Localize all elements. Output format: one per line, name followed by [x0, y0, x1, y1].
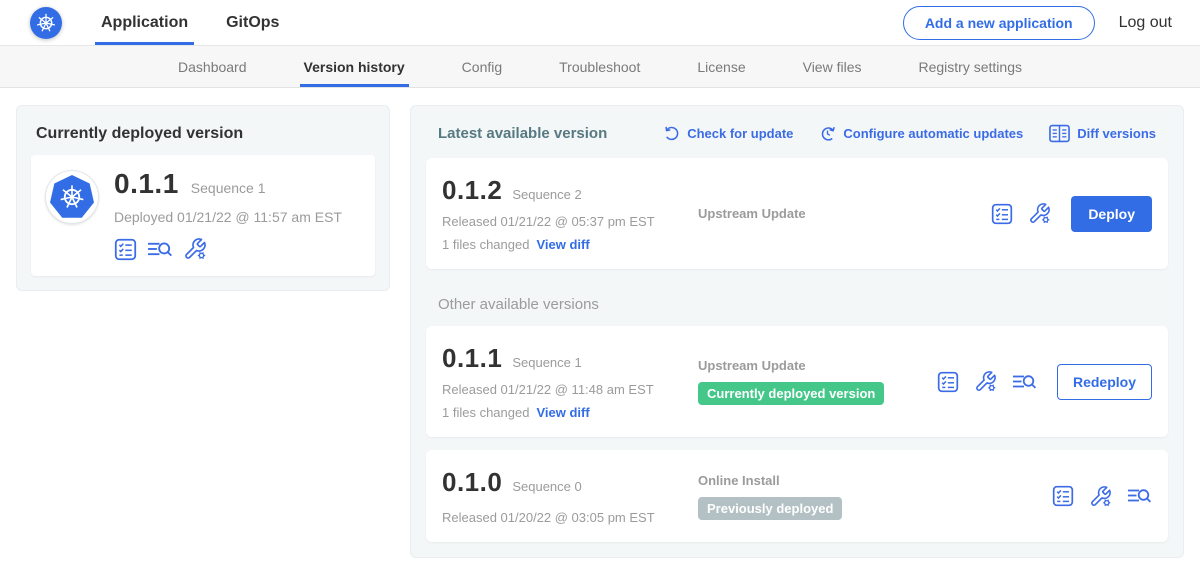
check-for-update-link[interactable]: Check for update — [663, 125, 793, 142]
deployed-timestamp: Deployed 01/21/22 @ 11:57 am EST — [114, 209, 342, 225]
app-icon — [45, 170, 99, 224]
deployed-version-number: 0.1.1 — [114, 168, 179, 200]
currently-deployed-badge: Currently deployed version — [698, 382, 884, 405]
deployed-version-info: 0.1.1 Sequence 1 Deployed 01/21/22 @ 11:… — [114, 168, 342, 261]
files-changed: 1 files changed View diff — [442, 237, 698, 252]
diff-versions-label: Diff versions — [1077, 126, 1156, 141]
view-logs-icon[interactable] — [147, 238, 173, 261]
preflight-checklist-icon[interactable] — [1052, 485, 1074, 507]
source-label: Upstream Update — [698, 206, 991, 221]
view-diff-link[interactable]: View diff — [536, 405, 589, 420]
view-logs-icon[interactable] — [1127, 485, 1152, 507]
version-number: 0.1.0 — [442, 467, 502, 498]
deploy-button[interactable]: Deploy — [1071, 196, 1152, 232]
refresh-icon — [663, 125, 680, 142]
config-wrench-icon[interactable] — [183, 237, 207, 261]
view-diff-link[interactable]: View diff — [536, 237, 589, 252]
add-application-button[interactable]: Add a new application — [903, 6, 1095, 40]
source-label: Online Install — [698, 473, 1052, 488]
tab-application[interactable]: Application — [95, 0, 194, 45]
sequence-label: Sequence 2 — [512, 187, 581, 202]
tab-config[interactable]: Config — [462, 46, 502, 87]
files-changed-count: 1 files changed — [442, 405, 529, 420]
config-wrench-icon[interactable] — [974, 370, 997, 393]
diff-columns-icon — [1049, 124, 1070, 143]
released-timestamp: Released 01/21/22 @ 11:48 am EST — [442, 382, 698, 397]
version-card-0-1-0: 0.1.0 Sequence 0 Released 01/20/22 @ 03:… — [426, 450, 1168, 542]
logout-button[interactable]: Log out — [1119, 14, 1172, 32]
released-timestamp: Released 01/21/22 @ 05:37 pm EST — [442, 214, 698, 229]
source-label: Upstream Update — [698, 358, 937, 373]
preflight-checklist-icon[interactable] — [937, 371, 959, 393]
version-info: 0.1.2 Sequence 2 Released 01/21/22 @ 05:… — [442, 175, 698, 252]
preflight-checklist-icon[interactable] — [114, 238, 137, 261]
deployed-version-actions — [114, 237, 342, 261]
files-changed: 1 files changed View diff — [442, 405, 698, 420]
config-wrench-icon[interactable] — [1028, 202, 1051, 225]
tab-gitops[interactable]: GitOps — [220, 0, 285, 45]
app-subnav: Dashboard Version history Config Trouble… — [0, 46, 1200, 88]
tab-view-files[interactable]: View files — [803, 46, 862, 87]
version-card-0-1-2: 0.1.2 Sequence 2 Released 01/21/22 @ 05:… — [426, 158, 1168, 269]
configure-automatic-updates-label: Configure automatic updates — [843, 126, 1023, 141]
tab-version-history[interactable]: Version history — [304, 46, 405, 87]
version-history-panel: Latest available version Check for updat… — [410, 105, 1184, 558]
view-logs-icon[interactable] — [1012, 371, 1037, 393]
version-number: 0.1.1 — [442, 343, 502, 374]
currently-deployed-panel: Currently deployed version — [16, 105, 390, 291]
latest-version-title: Latest available version — [438, 125, 607, 142]
sequence-label: Sequence 0 — [512, 479, 581, 494]
tab-troubleshoot[interactable]: Troubleshoot — [559, 46, 640, 87]
main-content: Currently deployed version — [0, 88, 1200, 564]
other-versions-title: Other available versions — [438, 296, 1156, 313]
deployed-panel-title: Currently deployed version — [31, 120, 375, 155]
kubernetes-logo-icon — [30, 7, 62, 39]
redeploy-button[interactable]: Redeploy — [1057, 364, 1152, 400]
update-actions: Check for update Configure automatic upd… — [663, 124, 1156, 143]
released-timestamp: Released 01/20/22 @ 03:05 pm EST — [442, 510, 698, 525]
version-source: Upstream Update — [698, 206, 991, 221]
top-navbar: Application GitOps Add a new application… — [0, 0, 1200, 46]
diff-versions-link[interactable]: Diff versions — [1049, 124, 1156, 143]
deployed-sequence-label: Sequence 1 — [191, 180, 266, 196]
version-actions: Deploy — [991, 196, 1152, 232]
sequence-label: Sequence 1 — [512, 355, 581, 370]
deployed-version-card: 0.1.1 Sequence 1 Deployed 01/21/22 @ 11:… — [31, 155, 375, 276]
version-actions: Redeploy — [937, 364, 1152, 400]
version-number: 0.1.2 — [442, 175, 502, 206]
schedule-update-icon — [819, 125, 836, 142]
preflight-checklist-icon[interactable] — [991, 203, 1013, 225]
version-info: 0.1.1 Sequence 1 Released 01/21/22 @ 11:… — [442, 343, 698, 420]
config-wrench-icon[interactable] — [1089, 485, 1112, 508]
tab-dashboard[interactable]: Dashboard — [178, 46, 247, 87]
configure-automatic-updates-link[interactable]: Configure automatic updates — [819, 125, 1023, 142]
version-actions — [1052, 485, 1152, 508]
latest-version-header: Latest available version Check for updat… — [426, 121, 1168, 145]
version-card-0-1-1: 0.1.1 Sequence 1 Released 01/21/22 @ 11:… — [426, 326, 1168, 437]
tab-license[interactable]: License — [697, 46, 745, 87]
app-nav-tabs: Application GitOps — [95, 0, 311, 45]
check-for-update-label: Check for update — [687, 126, 793, 141]
previously-deployed-badge: Previously deployed — [698, 497, 842, 520]
tab-registry-settings[interactable]: Registry settings — [919, 46, 1022, 87]
version-source: Upstream Update Currently deployed versi… — [698, 358, 937, 405]
files-changed-count: 1 files changed — [442, 237, 529, 252]
navbar-actions: Add a new application Log out — [903, 6, 1172, 40]
version-source: Online Install Previously deployed — [698, 473, 1052, 520]
kubernetes-app-icon — [50, 175, 94, 219]
version-info: 0.1.0 Sequence 0 Released 01/20/22 @ 03:… — [442, 467, 698, 525]
